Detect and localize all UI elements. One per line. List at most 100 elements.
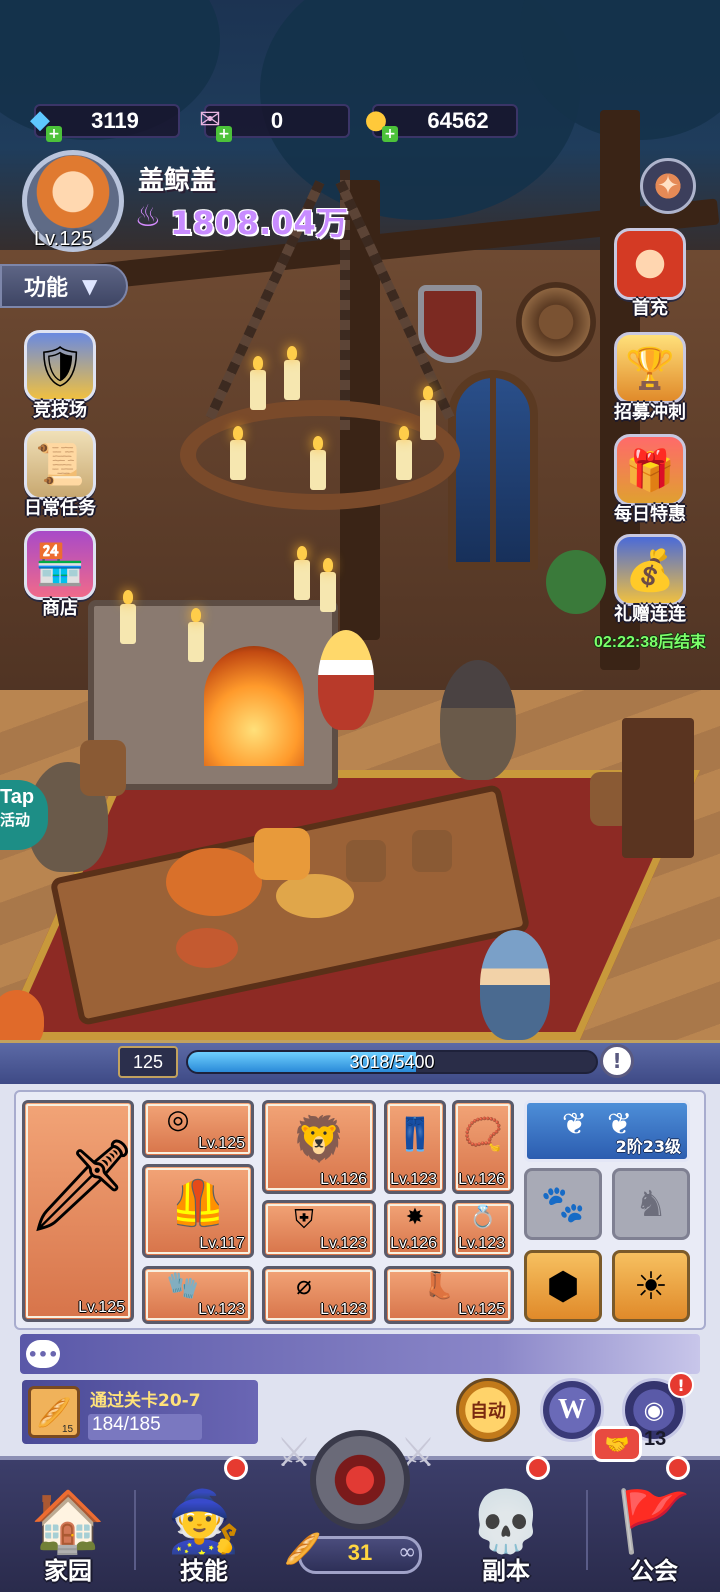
tap-label: Tap [0,786,35,808]
function-menu-button[interactable]: 功能 ▼ [0,264,128,308]
account-level: 125 [118,1046,178,1078]
sidebar-item-label: 招募冲刺 [614,402,686,423]
wings-grade: 2阶23级 [615,1137,681,1156]
tavern-scene [0,0,720,1060]
nav-label: 副本 [482,1557,530,1585]
player-name: 盖鲸盖 [138,166,217,196]
hooded-mage-icon: 🧙 [166,1487,242,1557]
exp-text: 3018/5400 [349,1051,435,1072]
add-icon[interactable]: + [382,126,398,142]
equip-level: Lv.123 [458,1235,505,1252]
equip-level: Lv.126 [458,1171,505,1188]
soup-bowl [176,928,238,968]
tap-event-button[interactable]: Tap 活动 [0,780,48,850]
red-eye-icon[interactable] [310,1430,410,1530]
add-icon[interactable]: + [216,126,232,142]
candle [230,426,246,480]
sidebar-item-daily-deal[interactable]: 🎁 每日特惠 [604,434,696,526]
equip-slot-necklace[interactable]: 📿 Lv.126 [452,1100,514,1194]
ring-icon: ◎ [166,1105,190,1135]
pet-slot-locked[interactable]: 🐾 [524,1168,602,1240]
armored-hero[interactable] [440,660,516,780]
nav-guild[interactable]: 🚩 公会 [588,1460,720,1592]
ticket-icon[interactable]: ✉ + [190,100,232,142]
info-icon[interactable]: ! [600,1044,634,1078]
wings-slot[interactable]: ❦❦ 2阶23级 [524,1100,690,1162]
quest-icon-badge: 15 [62,1424,74,1435]
left-horn-icon: ⚔ [276,1430,312,1476]
candle [294,546,310,600]
chat-bar[interactable] [20,1334,700,1374]
arena-shield-icon: 🛡 [24,330,96,402]
bookshelf [622,718,694,858]
bread-plate [276,874,354,918]
sidebar-item-shop[interactable]: 🏪 商店 [14,528,106,620]
nav-dungeon[interactable]: 💀 副本 [440,1460,572,1592]
mug [412,830,452,872]
sidebar-item-gift-chain[interactable]: 💰 礼赠连连 02:22:38后结束 [594,534,706,652]
equip-slot-boots[interactable]: 👢 Lv.125 [384,1266,514,1324]
handshake-icon[interactable]: 🤝 [592,1426,642,1462]
candle [320,558,336,612]
maid-npc[interactable] [318,630,374,730]
round-shield [516,282,596,362]
sidebar-item-arena[interactable]: 🛡 竞技场 [14,330,106,422]
mug [346,840,386,882]
nav-home[interactable]: 🏠 家园 [2,1460,134,1592]
sidebar-item-recruit-sprint[interactable]: 🏆 招募冲刺 [604,332,696,424]
chevron-down-icon: ▼ [82,274,98,298]
scroll-icon: 📜 [24,428,96,500]
sidebar-item-label: 礼赠连连 [614,604,686,625]
equip-slot-lion-helm[interactable]: 🦁 Lv.126 [262,1100,376,1194]
equip-level: Lv.125 [78,1299,125,1316]
nav-skills[interactable]: 🧙 技能 [138,1460,270,1592]
chat-bubble-icon[interactable]: ••• [26,1340,60,1368]
lion-helm-icon: 🦁 [291,1114,347,1165]
relic-slot[interactable]: ☀ [612,1250,690,1322]
equip-level: Lv.123 [390,1171,437,1188]
equip-slot-pants[interactable]: 👖 Lv.123 [384,1100,446,1194]
function-label: 功能 [24,276,69,301]
equip-slot-ring[interactable]: ◎ Lv.125 [142,1100,254,1158]
red-ring-icon: 💍 [469,1205,497,1230]
combat-power: 1808.04万 [170,204,348,242]
equip-slot-ring2[interactable]: 💍 Lv.123 [452,1200,514,1258]
candle [310,436,326,490]
mount-slot-locked[interactable]: ♞ [612,1168,690,1240]
equip-level: Lv.123 [320,1235,367,1252]
sidebar-item-daily-tasks[interactable]: 📜 日常任务 [14,428,106,520]
auto-battle-button[interactable]: 自动 [456,1378,520,1442]
notification-dot [526,1456,550,1480]
hooded-mage-npc[interactable] [480,930,550,1040]
candle [284,346,300,400]
diamond-icon[interactable]: ◆ + [20,100,62,142]
nav-label: 家园 [44,1557,92,1585]
equip-level: Lv.126 [390,1235,437,1252]
guild-banner-icon: 🚩 [616,1487,692,1557]
nav-divider [134,1490,136,1570]
equip-level: Lv.123 [320,1301,367,1318]
gem-slot[interactable]: ⬢ [524,1250,602,1322]
emblem-button[interactable]: ✦ [640,158,696,214]
candle [396,426,412,480]
sidebar-item-label: 每日特惠 [614,504,686,525]
belt-icon: ⌀ [296,1271,312,1301]
jug [254,828,310,880]
equip-slot-shoulder[interactable]: ⛨ Lv.123 [262,1200,376,1258]
power-flame-icon: ♨ [134,198,162,234]
equip-slot-amulet[interactable]: ✸ Lv.126 [384,1200,446,1258]
add-icon[interactable]: + [46,126,62,142]
gold-count: 64562 [427,108,489,133]
sidebar-item-label: 商店 [42,598,78,619]
trophy-icon: 🏆 [614,332,686,404]
quest-progress: 184/185 [92,1414,161,1435]
gold-coin-icon[interactable]: ● + [356,100,398,142]
sidebar-item-label: 首充 [632,298,668,319]
auto-label: 自动 [470,1401,506,1422]
equip-slot-belt[interactable]: ⌀ Lv.123 [262,1266,376,1324]
hex-gem-icon: ⬢ [546,1264,580,1308]
sidebar-item-label: 日常任务 [24,498,96,519]
bread-icon: 🥖 [284,1532,322,1567]
viking-skull-icon: 💀 [468,1487,544,1557]
sidebar-item-first-recharge[interactable]: 首充 [604,228,696,320]
